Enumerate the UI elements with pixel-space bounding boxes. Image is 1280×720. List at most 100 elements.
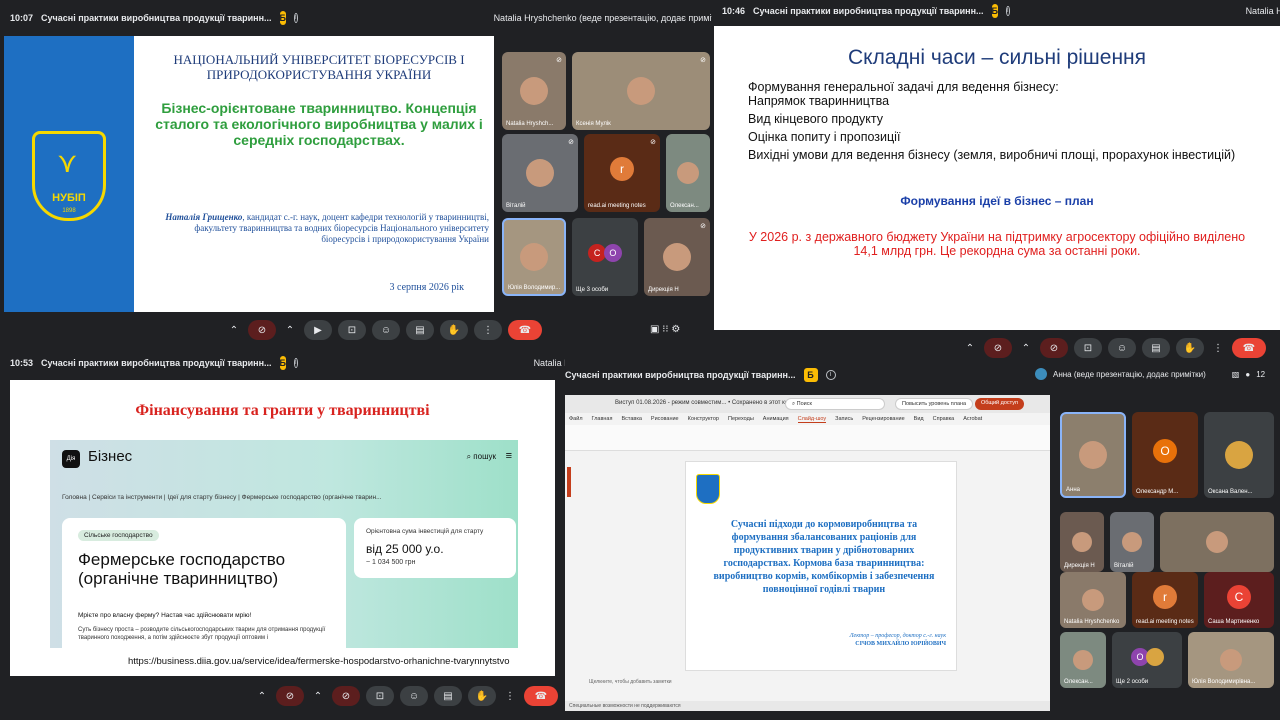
more-options-button[interactable]: ⋮: [502, 686, 518, 706]
participant-tile[interactable]: r read.ai meeting notes: [1132, 572, 1198, 628]
tab-review[interactable]: Рецензирование: [862, 416, 904, 422]
tab-animation[interactable]: Анимация: [763, 416, 789, 422]
mic-off-button[interactable]: ⊘: [276, 686, 304, 706]
participant-tile[interactable]: ⊘ Ксенія Мулік: [572, 52, 710, 130]
tab-insert[interactable]: Вставка: [621, 416, 641, 422]
captions-off-icon[interactable]: ▧: [1232, 370, 1240, 379]
end-call-button[interactable]: ☎: [524, 686, 558, 706]
search-button[interactable]: ⌕ пошук: [467, 452, 496, 462]
tab-file[interactable]: Файл: [569, 416, 583, 422]
participant-tile[interactable]: С Саша Мартиненко: [1204, 572, 1274, 628]
camera-off-button[interactable]: ⊘: [1040, 338, 1068, 358]
avatar: [1079, 441, 1107, 469]
participant-name: Natalia Hryshchenko: [1064, 619, 1120, 625]
notes-pane[interactable]: Щелкните, чтобы добавить заметки: [589, 679, 672, 685]
list-item: Вихідні умови для ведення бізнесу (земля…: [748, 148, 1236, 162]
more-options-button[interactable]: ⋮: [474, 320, 502, 340]
captions-button[interactable]: ▤: [406, 320, 434, 340]
search-box[interactable]: ⌕ Поиск: [785, 398, 885, 410]
tab-draw[interactable]: Рисование: [651, 416, 679, 422]
emoji-button[interactable]: ☺: [400, 686, 428, 706]
participant-tile[interactable]: Віталій: [1110, 512, 1154, 572]
participant-tile[interactable]: Оксана Вален...: [1204, 412, 1274, 498]
tab-design[interactable]: Конструктор: [688, 416, 719, 422]
participant-tile[interactable]: ⊘ Дирекція Н: [644, 218, 710, 296]
slide-title: Сучасні підходи до кормовиробництва та ф…: [713, 519, 935, 595]
captions-button[interactable]: ▤: [434, 686, 462, 706]
wheat-icon: ⋎: [57, 147, 78, 178]
presentation-slide-3: Фінансування та гранти у тваринництві Ді…: [10, 380, 555, 676]
participant-tile[interactable]: Олексан...: [1060, 632, 1106, 688]
chat-icon[interactable]: ▣ ⁝⁝ ⚙: [650, 324, 680, 335]
participant-tile[interactable]: ⊘ Віталій: [502, 134, 578, 212]
avatar-letter: С: [1227, 585, 1251, 610]
tab-record[interactable]: Запись: [835, 416, 853, 422]
participant-tile[interactable]: О Олександр М...: [1132, 412, 1198, 498]
info-icon[interactable]: i: [825, 370, 836, 380]
end-call-button[interactable]: ☎: [1232, 338, 1266, 358]
participant-tile[interactable]: r ⊘ read.ai meeting notes: [584, 134, 660, 212]
participant-tile[interactable]: Анна: [1060, 412, 1126, 498]
notes-icon[interactable]: Б: [991, 4, 998, 18]
info-icon[interactable]: i: [294, 358, 298, 368]
chevron-up-icon[interactable]: ⌃: [254, 686, 270, 706]
raise-hand-button[interactable]: ✋: [468, 686, 496, 706]
end-call-button[interactable]: ☎: [508, 320, 542, 340]
mic-off-button[interactable]: ⊘: [984, 338, 1012, 358]
tab-acrobat[interactable]: Acrobat: [963, 416, 982, 422]
participant-tile[interactable]: Natalia Hryshchenko: [1060, 572, 1126, 628]
notes-icon[interactable]: Б: [279, 356, 286, 370]
chevron-up-icon[interactable]: ⌃: [1018, 338, 1034, 358]
tab-help[interactable]: Справка: [933, 416, 955, 422]
slide-thumbnail[interactable]: [567, 467, 571, 497]
meet-window-1: 10:07 Сучасні практики виробництва проду…: [0, 0, 712, 350]
participant-tile[interactable]: ⊘ Natalia Hryshch...: [502, 52, 566, 130]
raise-hand-button[interactable]: ✋: [1176, 338, 1204, 358]
chevron-up-icon[interactable]: ⌃: [310, 686, 326, 706]
clock: 10:46: [722, 6, 746, 16]
more-options-button[interactable]: ⋮: [1210, 338, 1226, 358]
clock: 10:53: [10, 358, 34, 368]
captions-button[interactable]: ▤: [1142, 338, 1170, 358]
avatar: [1035, 368, 1047, 380]
investment-uah: ~ 1 034 500 грн: [366, 559, 416, 566]
more-participants-tile[interactable]: С О Ще 3 особи: [572, 218, 638, 296]
participant-tile[interactable]: Юлія Володимир...: [502, 218, 566, 296]
call-controls: ⌃ ⊘ ⌃ ▶ ⊡ ☺ ▤ ✋ ⋮ ☎: [226, 320, 542, 340]
upgrade-button[interactable]: Повысить уровень плана: [895, 398, 974, 410]
more-participants-tile[interactable]: О Ще 2 особи: [1112, 632, 1182, 688]
emoji-button[interactable]: ☺: [372, 320, 400, 340]
present-button[interactable]: ⊡: [338, 320, 366, 340]
share-button[interactable]: Общий доступ: [975, 398, 1024, 410]
mic-off-button[interactable]: ⊘: [248, 320, 276, 340]
tab-view[interactable]: Вид: [914, 416, 924, 422]
chevron-up-icon[interactable]: ⌃: [962, 338, 978, 358]
raise-hand-button[interactable]: ✋: [440, 320, 468, 340]
chevron-up-icon[interactable]: ⌃: [282, 320, 298, 340]
participant-tile[interactable]: Дирекція Н: [1060, 512, 1104, 572]
present-button[interactable]: ⊡: [1074, 338, 1102, 358]
camera-button[interactable]: ▶: [304, 320, 332, 340]
tab-transitions[interactable]: Переходы: [728, 416, 754, 422]
participant-tile[interactable]: Олексан...: [666, 134, 710, 212]
participant-name: Юлія Володимирівна...: [1192, 679, 1256, 685]
tab-home[interactable]: Главная: [592, 416, 613, 422]
participant-tile[interactable]: Юлія Володимирівна...: [1188, 632, 1274, 688]
lecturer-name: СІЧОВ МИХАЙЛО ЮРІЙОВИЧ: [855, 641, 946, 647]
presenter-label: Natalia Hryshc: [1245, 6, 1280, 16]
emoji-button[interactable]: ☺: [1108, 338, 1136, 358]
info-icon[interactable]: i: [1006, 6, 1010, 16]
notes-icon[interactable]: Б: [803, 368, 818, 382]
slide-canvas[interactable]: Сучасні підходи до кормовиробництва та ф…: [685, 461, 957, 671]
chevron-up-icon[interactable]: ⌃: [226, 320, 242, 340]
participants-icon[interactable]: ●: [1245, 370, 1250, 379]
present-button[interactable]: ⊡: [366, 686, 394, 706]
info-icon[interactable]: i: [294, 13, 298, 23]
camera-off-button[interactable]: ⊘: [332, 686, 360, 706]
menu-icon[interactable]: ≡: [506, 450, 512, 462]
notes-icon[interactable]: Б: [279, 11, 286, 25]
meet-topbar-3: 10:53 Сучасні практики виробництва проду…: [0, 350, 565, 376]
participant-tile[interactable]: [1160, 512, 1274, 572]
tab-slideshow[interactable]: Слайд-шоу: [797, 416, 827, 423]
list-item: Вид кінцевого продукту: [748, 112, 884, 126]
